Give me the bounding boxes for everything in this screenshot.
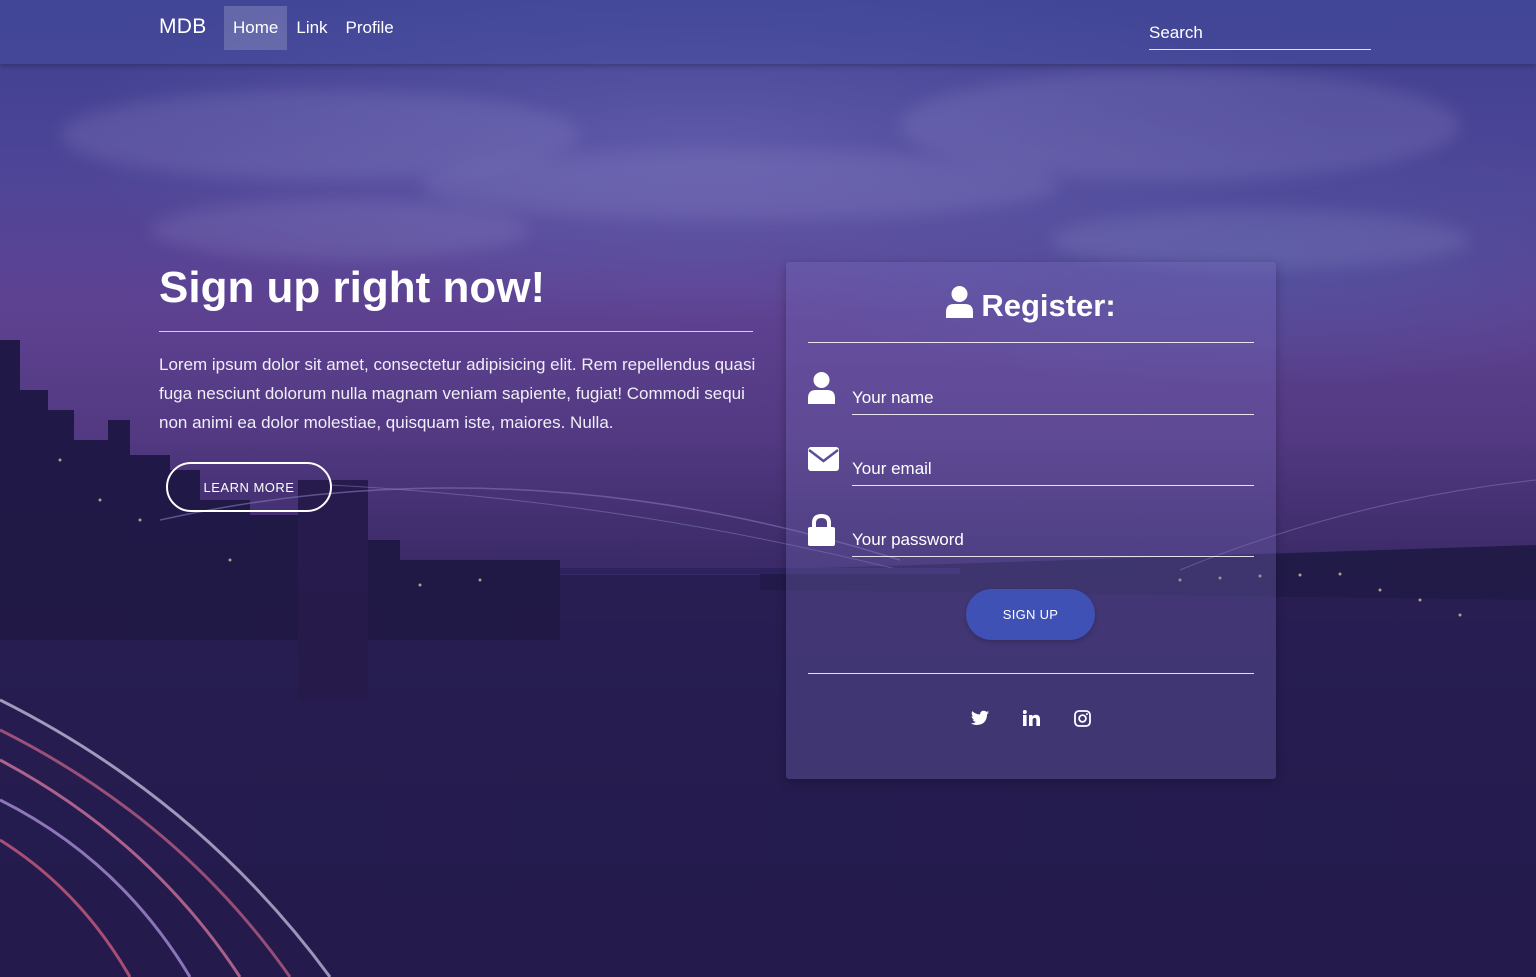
user-icon [808,372,835,409]
card-divider-top [808,342,1254,343]
social-links [786,710,1276,732]
hero-divider [159,331,753,332]
name-field [808,372,1254,416]
register-title-text: Register: [981,288,1116,323]
sign-up-button[interactable]: SIGN UP [966,589,1095,640]
name-input[interactable] [852,381,1254,415]
linkedin-icon[interactable] [1022,710,1040,731]
register-title: Register: [786,286,1276,326]
lock-icon [808,513,835,551]
nav-links: Home Link Profile [224,6,403,50]
password-input[interactable] [852,523,1254,557]
hero-title: Sign up right now! [159,263,546,312]
twitter-icon[interactable] [971,710,989,731]
password-field [808,513,1254,558]
user-icon [946,286,974,326]
nav-link-link[interactable]: Link [287,6,336,50]
email-input[interactable] [852,452,1254,486]
learn-more-button[interactable]: LEARN MORE [166,462,332,512]
envelope-icon [808,447,839,476]
navbar: MDB Home Link Profile [0,0,1536,64]
email-field [808,443,1254,487]
brand-logo[interactable]: MDB [159,15,207,39]
card-divider-bottom [808,673,1254,674]
nav-link-home[interactable]: Home [224,6,288,50]
nav-link-profile[interactable]: Profile [337,6,403,50]
hero-text: Lorem ipsum dolor sit amet, consectetur … [159,355,756,432]
instagram-icon[interactable] [1074,710,1091,732]
register-card: Register: SIGN UP [786,262,1276,779]
search-input[interactable] [1149,16,1371,50]
